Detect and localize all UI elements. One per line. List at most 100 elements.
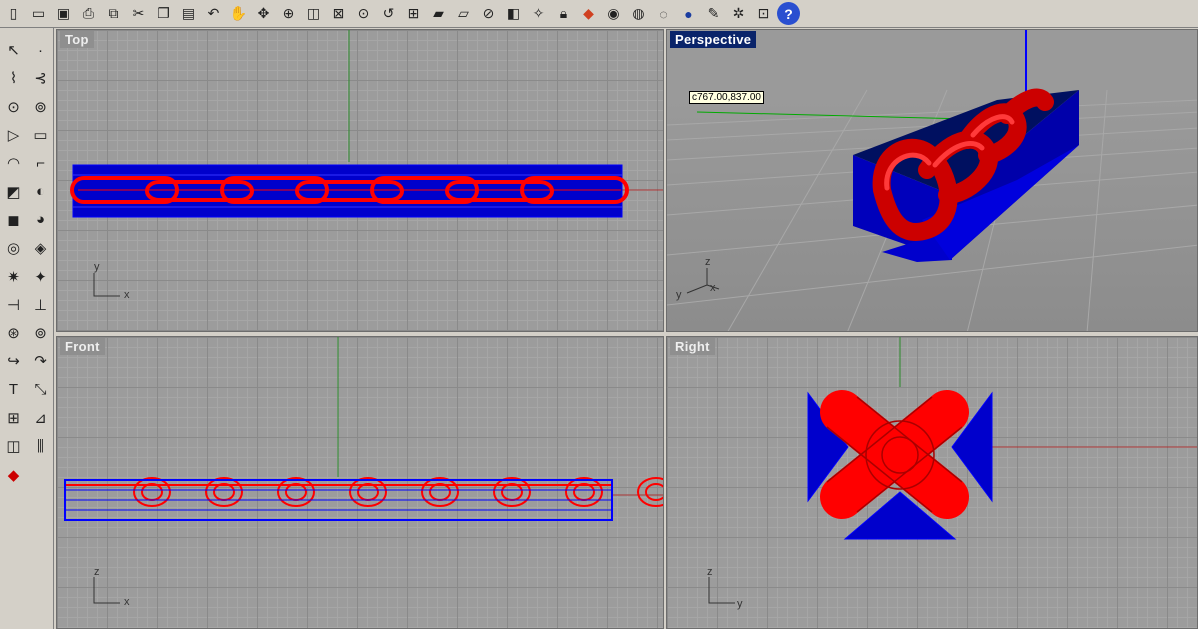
axis-label-y: y [94, 261, 100, 273]
light-bulb-icon: ✧ [532, 5, 545, 21]
named-views-button[interactable]: ▰ [427, 2, 450, 25]
group-icon: ⊡ [757, 5, 770, 21]
axis-label-z: z [94, 566, 100, 578]
new-file-button[interactable]: ▯ [2, 2, 25, 25]
render-material-button[interactable]: ◆ [0, 460, 27, 488]
wireframe-sphere-button[interactable]: ◍ [627, 2, 650, 25]
box-object [72, 164, 623, 218]
chain-link [349, 477, 387, 507]
ellipse-button[interactable]: ⊚ [27, 93, 54, 121]
boolean-icon: ⊛ [7, 325, 20, 343]
right-view-canvas: z y [707, 337, 1197, 610]
extrude-button[interactable]: ◎ [0, 234, 27, 262]
viewport-front[interactable]: Front z x [56, 336, 664, 629]
viewport-title-top[interactable]: Top [60, 31, 94, 48]
offset-button[interactable]: ↪ [0, 347, 27, 375]
rectangle-button[interactable]: ▭ [27, 121, 54, 149]
chain-link [565, 477, 603, 507]
transform-icon: ⤡ [34, 381, 47, 399]
print-button[interactable]: ⎙ [77, 2, 100, 25]
box-button[interactable]: ◼ [0, 206, 27, 234]
chain-link [421, 477, 459, 507]
trim-button[interactable]: ⊣ [0, 291, 27, 319]
boolean-button[interactable]: ⊛ [0, 319, 27, 347]
layout-button[interactable]: ⫼ [27, 432, 54, 460]
array-button[interactable]: ⊞ [0, 404, 27, 432]
select-button[interactable]: ↖ [0, 36, 27, 64]
construction-plane-button[interactable]: ▱ [452, 2, 475, 25]
arc-button[interactable]: ◠ [0, 149, 27, 177]
curve-from-object-button[interactable]: ↷ [27, 347, 54, 375]
save-button[interactable]: ▣ [52, 2, 75, 25]
color-wheel-button[interactable]: ◉ [602, 2, 625, 25]
light-bulb-button[interactable]: ✧ [527, 2, 550, 25]
viewport-right[interactable]: Right z y [666, 336, 1198, 629]
viewport-perspective[interactable]: Perspective z y x [666, 29, 1198, 332]
viewport-top[interactable]: Top y x [56, 29, 664, 332]
save-icon: ▣ [56, 5, 71, 21]
solid-tools-button[interactable]: ⊚ [27, 319, 54, 347]
zoom-window-button[interactable]: ◫ [302, 2, 325, 25]
zoom-extents-button[interactable]: ⊠ [327, 2, 350, 25]
open-folder-icon: ▭ [31, 5, 46, 21]
paste-button[interactable]: ▤ [177, 2, 200, 25]
rotate-view-button[interactable]: ✥ [252, 2, 275, 25]
cut-button[interactable]: ✂ [127, 2, 150, 25]
undo-view-button[interactable]: ↺ [377, 2, 400, 25]
lock-button[interactable]: 🔒︎ [552, 2, 575, 25]
sphere-button[interactable]: ◕ [27, 206, 54, 234]
open-folder-button[interactable]: ▭ [27, 2, 50, 25]
array-icon: ⊞ [7, 410, 20, 427]
chain-link [133, 477, 171, 507]
transform-button[interactable]: ⤡ [27, 376, 54, 404]
render-icon: ✎ [707, 5, 720, 21]
render-button[interactable]: ✎ [702, 2, 725, 25]
import-button[interactable]: ⧉ [102, 2, 125, 25]
copy-button[interactable]: ❐ [152, 2, 175, 25]
wireframe-sphere-icon: ◍ [632, 5, 645, 21]
circle-button[interactable]: ⊙ [0, 93, 27, 121]
layer-button[interactable]: ◆ [577, 2, 600, 25]
explode-icon: ✦ [34, 268, 47, 286]
gear-button[interactable]: ✷ [0, 262, 27, 290]
rendered-sphere-button[interactable]: ● [677, 2, 700, 25]
four-viewports-button[interactable]: ⊞ [402, 2, 425, 25]
split-button[interactable]: ⊥ [27, 291, 54, 319]
standard-toolbar: ▯ ▭ ▣ ⎙ ⧉ ✂ ❐ ▤ ↶ ✋ ✥ ⊕ ◫ ⊠ ⊙ ↺ ⊞ ▰ ▱ ⊘ ◧ ✧ 🔒︎ ◆ ◉ ◍ ◌ ● ✎ ✲ ⊡? [0, 0, 1198, 28]
layer-icon: ◆ [583, 5, 594, 21]
surface-button[interactable]: ◩ [0, 177, 27, 205]
sphere-icon: ◕ [35, 211, 46, 229]
group-button[interactable]: ⊡ [752, 2, 775, 25]
zoom-selected-button[interactable]: ⊙ [352, 2, 375, 25]
fillet-button[interactable]: ⌐ [27, 149, 54, 177]
explode-button[interactable]: ✦ [27, 262, 54, 290]
viewport-title-perspective[interactable]: Perspective [670, 31, 757, 48]
box-edit-button[interactable]: ◫ [0, 432, 27, 460]
shaded-sphere-button[interactable]: ◌ [652, 2, 675, 25]
grid-snap-button[interactable]: ⊘ [477, 2, 500, 25]
curve-button[interactable]: ⊰ [27, 64, 54, 92]
axis-label-y: y [676, 289, 682, 301]
undo-icon: ↶ [207, 5, 220, 21]
zoom-dynamic-button[interactable]: ⊕ [277, 2, 300, 25]
pan-hand-button[interactable]: ✋ [227, 2, 250, 25]
polygon-button[interactable]: ▷ [0, 121, 27, 149]
render-material-icon: ◆ [7, 466, 20, 484]
patch-button[interactable]: ◈ [27, 234, 54, 262]
zoom-extents-icon: ⊠ [332, 5, 345, 21]
viewport-title-right[interactable]: Right [670, 338, 715, 355]
revolve-button[interactable]: ◐ [27, 177, 54, 205]
grid-snap-icon: ⊘ [482, 5, 495, 21]
polyline-button[interactable]: ⌇ [0, 64, 27, 92]
text-icon: T [8, 381, 19, 399]
extrude-icon: ◎ [6, 240, 21, 258]
axis-indicator-right [708, 577, 735, 604]
undo-button[interactable]: ↶ [202, 2, 225, 25]
viewport-title-front[interactable]: Front [60, 338, 105, 355]
options-gear-button[interactable]: ✲ [727, 2, 750, 25]
text-button[interactable]: T [0, 376, 27, 404]
dimension-button[interactable]: ⊿ [27, 404, 54, 432]
point-button[interactable]: · [27, 36, 54, 64]
help-button[interactable]: ? [777, 2, 800, 25]
osnap-button[interactable]: ◧ [502, 2, 525, 25]
